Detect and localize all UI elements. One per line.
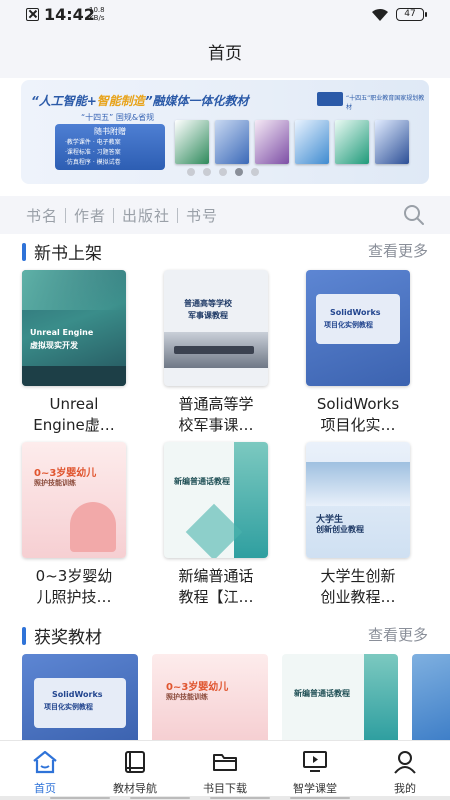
classroom-icon xyxy=(303,751,327,772)
view-more-link[interactable]: 查看更多 xyxy=(368,240,428,261)
tab-home[interactable]: 首页 xyxy=(0,741,90,797)
banner-book-cover xyxy=(175,120,209,164)
pagination-dot[interactable] xyxy=(187,168,195,176)
view-more-link[interactable]: 查看更多 xyxy=(368,624,428,645)
banner-headline: “人工智能+智能制造”融媒体一体化教材 xyxy=(31,94,249,108)
banner-book-cover xyxy=(255,120,289,164)
banner-gift-box: 随书附赠 ·教学课件 · 电子教案 ·课程标准 · 习题答案 ·仿真程序 · 模… xyxy=(55,124,165,170)
book-title[interactable]: SolidWorks 项目化实… xyxy=(298,394,418,436)
user-icon xyxy=(394,751,416,774)
tab-catalog-download[interactable]: 书目下载 xyxy=(180,741,270,797)
book-title[interactable]: 新编普通话 教程【江… xyxy=(156,566,276,608)
book-cover[interactable]: Unreal Engine 虚拟现实开发 xyxy=(22,270,126,386)
bottom-scroll-indicator xyxy=(0,796,450,800)
search-bar[interactable]: 书名｜作者｜出版社｜书号 xyxy=(0,196,450,234)
book-cover[interactable]: 大学生 创新创业教程 xyxy=(306,442,410,558)
banner-book-cover xyxy=(215,120,249,164)
section-title: 新书上架 xyxy=(34,244,102,264)
clock: 14:42 xyxy=(44,5,95,24)
banner-pagination xyxy=(21,168,429,176)
tab-textbook-nav[interactable]: 教材导航 xyxy=(90,741,180,797)
promo-banner[interactable]: “人工智能+智能制造”融媒体一体化教材 “十四五”职业教育国家规划教材 “十四五… xyxy=(21,80,429,184)
award-book-cover[interactable]: 0~3岁婴幼儿 照护技能训练 xyxy=(152,654,268,740)
pagination-dot[interactable] xyxy=(251,168,259,176)
status-bar: 14:42 10.8 KB/s 47 xyxy=(0,0,450,30)
book-cover[interactable]: 0~3岁婴幼儿 照护技能训练 xyxy=(22,442,126,558)
book-title[interactable]: 大学生创新 创业教程… xyxy=(298,566,418,608)
book-title[interactable]: Unreal Engine虚… xyxy=(14,394,134,436)
section-accent-bar xyxy=(22,243,26,261)
pagination-dot[interactable] xyxy=(219,168,227,176)
section-new-books-header: 新书上架 查看更多 xyxy=(0,236,450,266)
book-cover[interactable]: 新编普通话教程 xyxy=(164,442,268,558)
home-icon xyxy=(33,750,57,774)
pagination-dot[interactable] xyxy=(203,168,211,176)
folder-icon xyxy=(213,754,237,771)
banner-book-cover xyxy=(295,120,329,164)
notification-x-icon xyxy=(26,8,39,21)
award-book-cover[interactable]: 新编普通话教程 xyxy=(282,654,398,740)
section-accent-bar xyxy=(22,627,26,645)
search-icon[interactable] xyxy=(403,204,425,226)
book-title[interactable]: 0~3岁婴幼 儿照护技… xyxy=(14,566,134,608)
page-title: 首页 xyxy=(0,30,450,78)
book-cover[interactable]: SolidWorks 项目化实例教程 xyxy=(306,270,410,386)
network-speed: 10.8 KB/s xyxy=(89,6,105,22)
wifi-icon xyxy=(372,8,388,21)
section-award-books-header: 获奖教材 查看更多 xyxy=(0,620,450,650)
banner-subtitle: “十四五” 国规&省规 xyxy=(81,113,155,122)
banner-book-cover xyxy=(335,120,369,164)
tab-smart-classroom[interactable]: 智学课堂 xyxy=(270,741,360,797)
battery-icon: 47 xyxy=(396,8,427,21)
book-icon xyxy=(125,751,145,773)
book-cover[interactable]: 普通高等学校 军事课教程 xyxy=(164,270,268,386)
section-title: 获奖教材 xyxy=(34,628,102,648)
banner-badge xyxy=(317,92,343,106)
search-input[interactable]: 书名｜作者｜出版社｜书号 xyxy=(26,205,218,226)
banner-badge-text: “十四五”职业教育国家规划教材 xyxy=(346,95,425,111)
pagination-dot-active[interactable] xyxy=(235,168,243,176)
tab-mine[interactable]: 我的 xyxy=(360,741,450,797)
bottom-tab-bar: 首页 教材导航 书目下载 智学课堂 我的 xyxy=(0,740,450,800)
banner-book-cover xyxy=(375,120,409,164)
award-book-cover[interactable]: SolidWorks 项目化实例教程 xyxy=(22,654,138,740)
award-book-cover-partial[interactable] xyxy=(412,654,450,740)
book-title[interactable]: 普通高等学 校军事课… xyxy=(156,394,276,436)
